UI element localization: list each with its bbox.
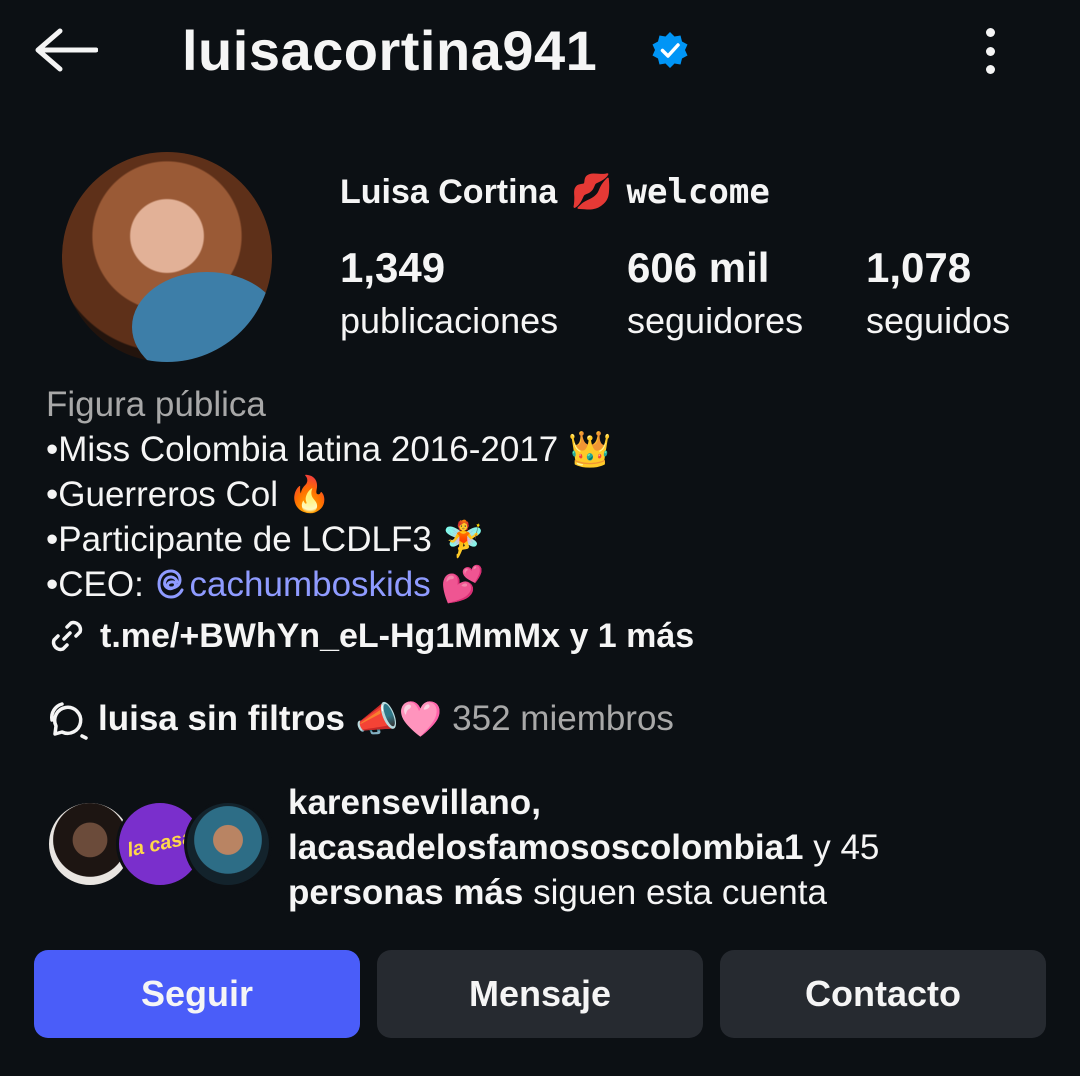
- follow-button[interactable]: Seguir: [34, 950, 360, 1038]
- contact-button[interactable]: Contacto: [720, 950, 1046, 1038]
- external-link-text: t.me/+BWhYn_eL-Hg1MmMx y 1 más: [100, 616, 695, 655]
- bio-line: •Miss Colombia latina 2016-2017 👑: [46, 430, 612, 469]
- following-label: seguidos: [866, 300, 1011, 341]
- link-icon: [51, 620, 83, 652]
- profile-username: luisacortina941: [182, 19, 598, 82]
- mutual-followers-text[interactable]: karensevillano, lacasadelosfamososcolomb…: [288, 780, 1048, 915]
- channel-name: luisa sin filtros: [98, 699, 345, 738]
- more-dot: [985, 28, 995, 37]
- more-dot: [985, 46, 995, 56]
- back-button[interactable]: [34, 22, 104, 78]
- display-name: Luisa Cortina 💋 welcome: [340, 172, 770, 212]
- message-button[interactable]: Mensaje: [377, 950, 703, 1038]
- profile-avatar[interactable]: [62, 152, 272, 362]
- posts-label: publicaciones: [340, 300, 559, 341]
- threads-mention-link[interactable]: cachumboskids: [154, 565, 431, 604]
- broadcast-channel-icon: [50, 702, 88, 740]
- followers-label: seguidores: [627, 300, 804, 341]
- following-count: 1,078: [866, 244, 972, 291]
- followers-count: 606 mil: [627, 244, 770, 291]
- mutual-followers-avatars[interactable]: la casa: [46, 800, 272, 892]
- channel-emoji: 📣🩷: [355, 699, 443, 739]
- external-link[interactable]: t.me/+BWhYn_eL-Hg1MmMx y 1 más: [46, 615, 694, 657]
- posts-stat[interactable]: 1,349 publicaciones: [340, 244, 558, 344]
- more-options-button[interactable]: [968, 24, 1012, 78]
- bio: Figura pública •Miss Colombia latina 201…: [46, 382, 612, 607]
- profile-category: Figura pública: [46, 385, 266, 424]
- back-arrow-icon: [35, 28, 98, 72]
- channel-members: 352 miembros: [452, 699, 674, 738]
- following-stat[interactable]: 1,078 seguidos: [866, 244, 1010, 344]
- posts-count: 1,349: [340, 244, 446, 291]
- kiss-lips-icon: 💋: [570, 173, 614, 211]
- broadcast-channel[interactable]: luisa sin filtros 📣🩷 352 miembros: [46, 696, 674, 742]
- bio-line: •Guerreros Col 🔥: [46, 475, 332, 514]
- bio-line-ceo: •CEO: cachumboskids 💕: [46, 565, 485, 604]
- mutual-avatar: [184, 800, 272, 888]
- profile-page: luisacortina941 Luisa Cortina 💋 welcome …: [0, 0, 1080, 1076]
- more-dot: [985, 65, 995, 74]
- bio-line: •Participante de LCDLF3 🧚: [46, 520, 486, 559]
- followers-stat[interactable]: 606 mil seguidores: [627, 244, 803, 344]
- verified-badge-icon: [652, 32, 688, 68]
- threads-icon: [157, 569, 184, 599]
